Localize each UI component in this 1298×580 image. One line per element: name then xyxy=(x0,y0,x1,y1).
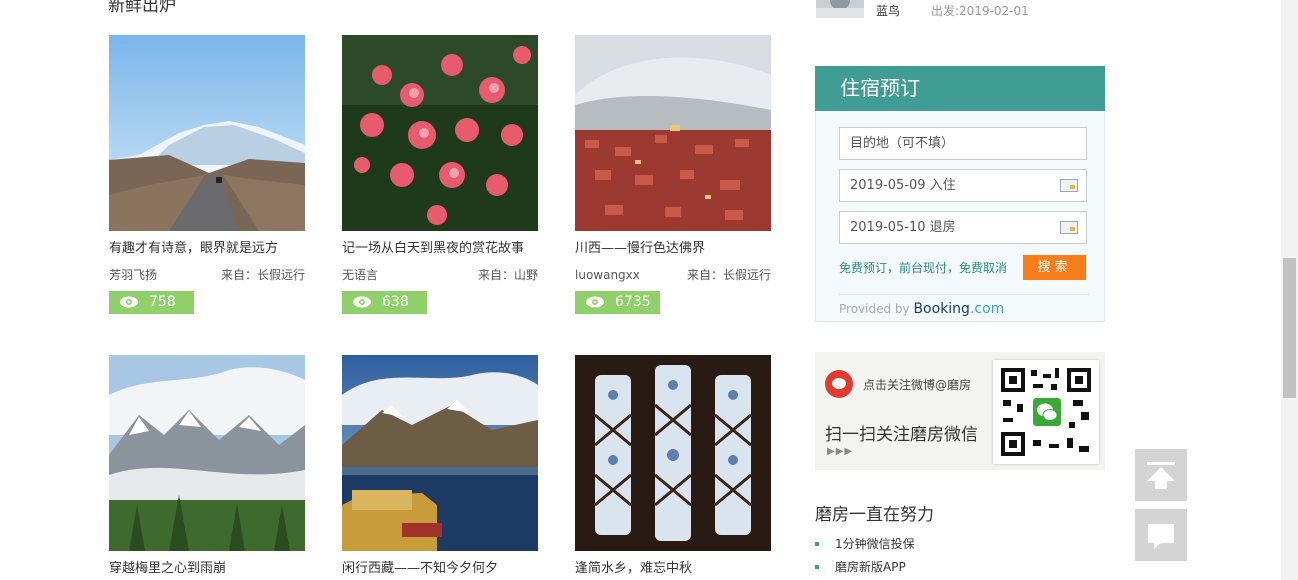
comment-icon xyxy=(1148,524,1174,549)
card-thumbnail[interactable] xyxy=(109,35,305,231)
divider xyxy=(839,294,1089,295)
card-title[interactable]: 有趣才有诗意，眼界就是远方 xyxy=(109,240,309,258)
eye-icon xyxy=(353,296,371,308)
card-title[interactable]: 逢简水乡，难忘中秋 xyxy=(575,560,775,578)
card-thumbnail[interactable] xyxy=(342,355,538,551)
views-badge: 638 xyxy=(342,291,427,314)
article-card[interactable]: 记一场从白天到黑夜的赏花故事 无语言 来自：山野 638 xyxy=(342,35,538,314)
card-thumbnail[interactable] xyxy=(575,35,771,231)
card-author[interactable]: luowangxx xyxy=(575,267,640,283)
free-booking-note: 免费预订，前台现付，免费取消 xyxy=(839,261,1008,275)
article-card[interactable]: 穿越梅里之心到雨崩 xyxy=(109,355,305,576)
follow-banner[interactable]: 点击关注微博@磨房 扫一扫关注磨房微信 ▶▶▶ xyxy=(815,352,1105,470)
booking-title: 住宿预订 xyxy=(815,66,1105,111)
card-title[interactable]: 闲行西藏——不知今夕何夕 xyxy=(342,560,542,578)
destination-input[interactable]: 目的地（可不填） xyxy=(839,127,1087,160)
article-card[interactable]: 川西——慢行色达佛界 luowangxx 来自：长假远行 6735 xyxy=(575,35,771,314)
checkin-input[interactable]: 2019-05-09 入住 xyxy=(839,169,1087,202)
card-author[interactable]: 芳羽飞扬 xyxy=(109,267,157,283)
weibo-icon[interactable] xyxy=(825,370,853,398)
card-title[interactable]: 川西——慢行色达佛界 xyxy=(575,240,775,258)
calendar-icon[interactable] xyxy=(1060,179,1078,192)
article-card[interactable]: 逢简水乡，难忘中秋 xyxy=(575,355,771,576)
wechat-icon xyxy=(1033,398,1061,426)
article-card[interactable]: 有趣才有诗意，眼界就是远方 芳羽飞扬 来自：长假远行 758 xyxy=(109,35,305,314)
checkout-value: 2019-05-10 退房 xyxy=(850,220,956,235)
provided-by-label: Provided by xyxy=(839,302,910,316)
eye-icon xyxy=(586,296,604,308)
calendar-icon[interactable] xyxy=(1060,221,1078,234)
avatar[interactable] xyxy=(816,0,864,18)
arrow-up-icon xyxy=(1147,462,1175,489)
card-title[interactable]: 记一场从白天到黑夜的赏花故事 xyxy=(342,240,542,258)
depart-date: 出发:2019-02-01 xyxy=(931,4,1029,18)
follow-weibo-text[interactable]: 点击关注微博@磨房 xyxy=(863,376,971,393)
section-title: 新鲜出炉 xyxy=(108,0,176,16)
bullet xyxy=(815,542,819,546)
card-source: 来自：长假远行 xyxy=(686,268,771,282)
card-source: 来自：山野 xyxy=(477,268,538,282)
views-count: 6735 xyxy=(615,294,651,310)
eye-icon xyxy=(120,296,138,308)
efforts-title: 磨房一直在努力 xyxy=(815,505,934,525)
bullet xyxy=(815,565,819,569)
follow-wechat-text: 扫一扫关注磨房微信 xyxy=(825,425,978,445)
card-thumbnail[interactable] xyxy=(575,355,771,551)
booking-logo-main[interactable]: Booking xyxy=(913,301,970,317)
back-to-top-button[interactable] xyxy=(1135,449,1187,501)
article-card[interactable]: 闲行西藏——不知今夕何夕 xyxy=(342,355,538,576)
arrows-icon: ▶▶▶ xyxy=(827,446,854,457)
feedback-button[interactable] xyxy=(1135,509,1187,561)
views-badge: 6735 xyxy=(575,291,660,314)
scrollbar-thumb[interactable] xyxy=(1283,258,1296,398)
user-name[interactable]: 蓝鸟 xyxy=(876,2,900,19)
card-thumbnail[interactable] xyxy=(109,355,305,551)
provided-by: Provided by Booking.com xyxy=(839,301,1004,317)
booking-panel: 住宿预订 目的地（可不填） 2019-05-09 入住 2019-05-10 退… xyxy=(815,66,1105,322)
views-count: 758 xyxy=(149,294,176,310)
checkout-input[interactable]: 2019-05-10 退房 xyxy=(839,211,1087,244)
qr-code xyxy=(993,360,1099,464)
booking-logo-suffix[interactable]: .com xyxy=(970,301,1004,317)
card-author[interactable]: 无语言 xyxy=(342,267,378,283)
card-thumbnail[interactable] xyxy=(342,35,538,231)
card-source: 来自：长假远行 xyxy=(220,268,305,282)
views-count: 638 xyxy=(382,294,409,310)
effort-link[interactable]: 磨房新版APP xyxy=(835,558,906,575)
card-title[interactable]: 穿越梅里之心到雨崩 xyxy=(109,560,309,578)
checkin-value: 2019-05-09 入住 xyxy=(850,178,956,193)
search-button[interactable]: 搜索 xyxy=(1023,255,1086,280)
views-badge: 758 xyxy=(109,291,194,314)
effort-link[interactable]: 1分钟微信投保 xyxy=(835,535,915,552)
